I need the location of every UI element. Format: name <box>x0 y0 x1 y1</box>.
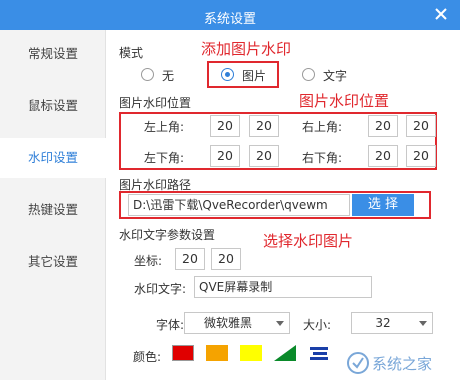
bottom-right-label: 右下角: <box>302 151 343 165</box>
title-bar: 系统设置 <box>0 0 460 30</box>
size-label: 大小: <box>303 318 332 332</box>
window-title: 系统设置 <box>203 12 256 27</box>
watermark-settings-panel: 模式 添加图片水印 无 图片 文字 图片水印位置 图片水印位置 左上角: 20 … <box>106 30 460 380</box>
coord-y-input[interactable]: 20 <box>211 248 241 270</box>
mode-image-radio[interactable] <box>221 68 234 81</box>
bottom-right-x-input[interactable]: 20 <box>368 145 398 167</box>
sidebar-item-hotkey[interactable]: 热键设置 <box>0 190 106 230</box>
top-right-x-input[interactable]: 20 <box>368 115 398 137</box>
bottom-right-y-input[interactable]: 20 <box>406 145 436 167</box>
top-left-label: 左上角: <box>144 120 185 134</box>
font-select-value: 微软雅黑 <box>203 316 252 330</box>
bottom-left-x-input[interactable]: 20 <box>210 145 240 167</box>
chevron-down-icon <box>276 321 284 326</box>
image-position-label: 图片水印位置 <box>119 96 192 110</box>
bottom-left-y-input[interactable]: 20 <box>249 145 279 167</box>
mode-label: 模式 <box>119 46 144 60</box>
mode-none-radio[interactable] <box>141 68 154 81</box>
font-select[interactable]: 微软雅黑 <box>184 312 290 334</box>
mode-text-label[interactable]: 文字 <box>323 67 347 84</box>
annotation-add-image: 添加图片水印 <box>201 40 292 58</box>
text-label: 水印文字: <box>134 282 187 296</box>
top-right-label: 右上角: <box>302 120 343 134</box>
color-swatch-red[interactable] <box>172 345 194 361</box>
sidebar-item-mouse[interactable]: 鼠标设置 <box>0 86 106 126</box>
color-label: 颜色: <box>133 350 162 364</box>
mode-none-label[interactable]: 无 <box>162 67 174 84</box>
select-image-button[interactable]: 选 择 <box>352 194 414 216</box>
top-left-y-input[interactable]: 20 <box>249 115 279 137</box>
color-swatch-blue[interactable] <box>308 345 330 361</box>
size-select[interactable]: 32 <box>351 312 433 334</box>
color-swatch-green[interactable] <box>274 345 296 361</box>
color-swatch-orange[interactable] <box>206 345 228 361</box>
text-params-label: 水印文字参数设置 <box>119 228 216 242</box>
mode-text-radio[interactable] <box>302 68 315 81</box>
color-swatch-yellow[interactable] <box>240 345 262 361</box>
close-icon[interactable] <box>432 5 450 23</box>
sidebar-item-other[interactable]: 其它设置 <box>0 242 106 282</box>
site-watermark-logo: 系统之家 <box>347 352 432 374</box>
mode-image-label[interactable]: 图片 <box>242 67 266 84</box>
sidebar: 常规设置 鼠标设置 水印设置 热键设置 其它设置 <box>0 30 107 380</box>
site-watermark-text: 系统之家 <box>372 355 432 373</box>
coord-label: 坐标: <box>134 254 163 268</box>
top-right-y-input[interactable]: 20 <box>406 115 436 137</box>
image-path-input[interactable]: D:\迅雷下载\QveRecorder\qvewm <box>128 194 350 216</box>
bottom-left-label: 左下角: <box>144 151 185 165</box>
coord-x-input[interactable]: 20 <box>175 248 205 270</box>
size-select-value: 32 <box>375 316 391 330</box>
sidebar-item-watermark[interactable]: 水印设置 <box>0 138 107 178</box>
top-left-x-input[interactable]: 20 <box>210 115 240 137</box>
font-label: 字体: <box>156 318 185 332</box>
watermark-text-input[interactable]: QVE屏幕录制 <box>194 276 372 298</box>
annotation-select-image: 选择水印图片 <box>263 232 354 250</box>
chevron-down-icon <box>419 321 427 326</box>
sidebar-item-general[interactable]: 常规设置 <box>0 34 106 74</box>
annotation-image-position: 图片水印位置 <box>299 92 390 110</box>
